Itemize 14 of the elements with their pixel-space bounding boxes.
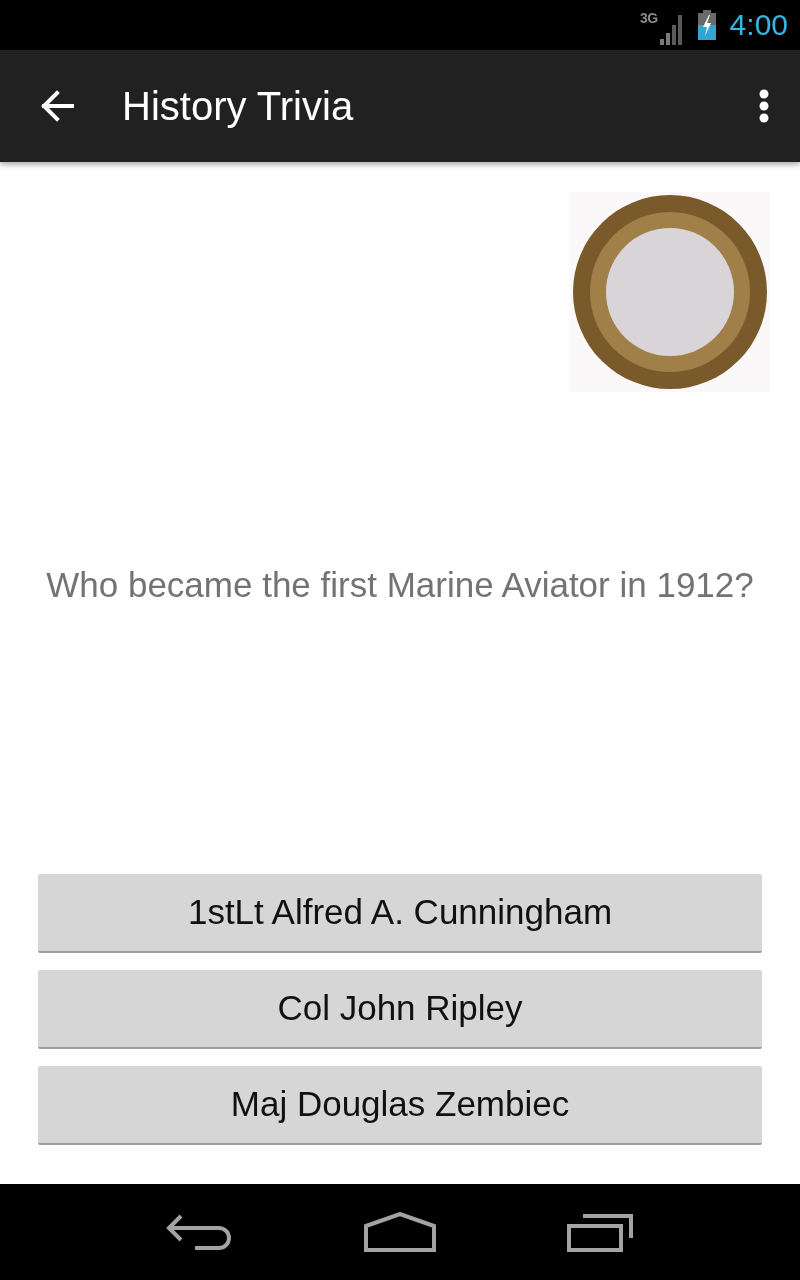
network-type-label: 3G (639, 11, 658, 25)
recent-apps-icon[interactable] (566, 1212, 635, 1252)
question-text: Who became the first Marine Aviator in 1912? (45, 564, 755, 606)
back-arrow-icon[interactable] (40, 90, 74, 122)
more-options-icon[interactable] (759, 89, 769, 123)
answer-button[interactable]: 1stLt Alfred A. Cunningham (38, 874, 762, 953)
back-icon[interactable] (165, 1212, 234, 1252)
answer-button[interactable]: Maj Douglas Zembiec (38, 1066, 762, 1145)
clock-time: 4:00 (729, 10, 788, 40)
app-title: History Trivia (122, 84, 355, 128)
home-icon[interactable] (364, 1212, 436, 1252)
battery-charging-icon (697, 10, 716, 40)
signal-icon (657, 15, 684, 45)
answer-button[interactable]: Col John Ripley (38, 970, 762, 1049)
